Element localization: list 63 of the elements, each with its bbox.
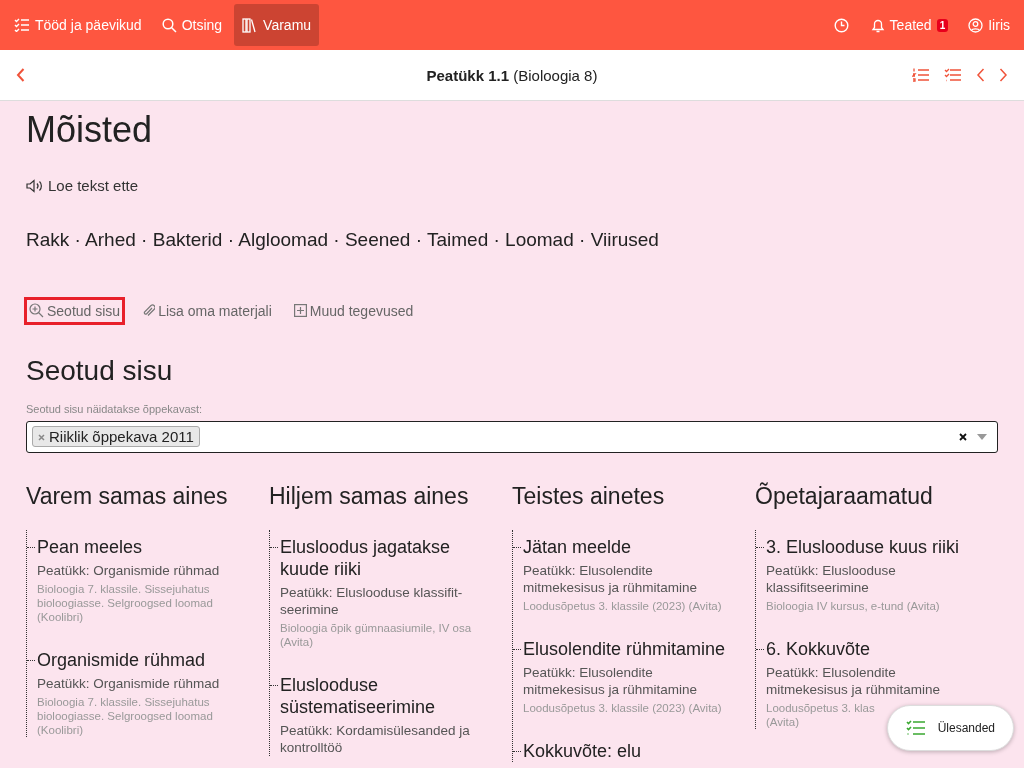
notifications-button[interactable]: Teated 1 [862,4,957,46]
column-title: Teistes ainetes [512,482,666,510]
source-text: Loodusõpetus 3. klassile (2023) (Avita) [523,700,723,715]
previous-icon[interactable] [976,68,985,82]
source-text: Bioloogia õpik gümnaasiumile, IV osa (Avita) [280,620,473,649]
bell-icon [870,17,885,33]
numbered-list-icon[interactable] [912,68,930,82]
search-icon [161,17,177,33]
remove-icon[interactable] [38,434,45,441]
page-title: Mõisted [26,109,154,151]
related-item-link[interactable]: Pean meeles [37,535,143,558]
speaker-icon [26,178,44,193]
count-badge: 1 [936,18,949,32]
terms-list: Rakk · Arhed · Bakterid · Algloomad · Seened · Taimed · Loomad · Viirused [26,228,998,251]
chapter-title: Peatükk 1.1 (Bioloogia 8) [425,66,599,84]
checklist-icon [905,720,926,736]
books-icon [242,17,259,33]
source-text: Bioloogia 7. klassile. Sissejuhatus bioloogiasse. Selgroogsed loomad (Koolibri) [37,581,214,624]
read-aloud-link[interactable]: Loe tekst ette [26,177,139,194]
zoom-in-icon [29,303,44,318]
curriculum-tag[interactable]: Riiklik õppekava 2011 [32,426,200,447]
section-title: Seotud sisu [26,354,174,387]
chapter-text: Peatükk: Eluslooduse klassifit-seerimine [280,583,464,618]
paperclip-icon [142,303,156,318]
source-text: Bioloogia IV kursus, e-tund (Avita) [766,598,941,613]
curriculum-select[interactable]: Riiklik õppekava 2011 [26,420,998,453]
related-item-link[interactable]: Organismide rühmad [37,648,206,671]
related-item-link[interactable]: Jätan meelde [523,535,632,558]
column-title: Õpetajaraamatud [755,482,934,510]
column-title: Varem samas aines [26,482,229,510]
chapter-text: Peatükk: Kordamisülesanded ja kontrolltöö [280,721,471,756]
chapter-text: Peatükk: Organismide rühmad [37,561,221,579]
chapter-text: Peatükk: Elusolendite mitmekesisus ja rühmitamine [766,663,942,698]
checklist-icon [14,18,30,32]
tasks-button[interactable]: Ülesanded [886,705,1014,751]
related-item-link[interactable]: Elusolendite rühmitamine [523,637,726,660]
nav-tab[interactable]: Varamu [234,4,320,46]
source-text: Bioloogia 7. klassile. Sissejuhatus bioloogiasse. Selgroogsed loomad (Koolibri) [37,694,214,737]
action-link[interactable]: Lisa oma materjali [137,296,277,325]
plus-square-icon [293,304,307,317]
source-text: (Avita) [766,714,800,729]
dropdown-caret-icon[interactable] [977,433,987,440]
related-item-link[interactable]: 3. Eluslooduse kuus riiki [766,535,960,558]
column-title: Hiljem samas aines [269,482,470,510]
history-icon[interactable] [833,17,849,33]
action-link[interactable]: Muud tegevused [288,296,419,325]
next-icon[interactable] [999,68,1008,82]
chapter-text: Peatükk: Elusolendite mitmekesisus ja rühmitamine [523,663,699,698]
related-item-link[interactable]: Elusloodus jagatakse kuude riiki [280,535,486,580]
related-item-link[interactable]: Eluslooduse süstematiseerimine [280,673,486,718]
chapter-text: Peatükk: Elusolendite mitmekesisus ja rühmitamine [523,561,699,596]
user-icon [968,17,984,33]
related-item-link[interactable]: Kokkuvõte: elu [523,739,642,762]
action-link[interactable]: Seotud sisu [24,296,126,325]
related-item-link[interactable]: 6. Kokkuvõte [766,637,871,660]
clear-icon[interactable] [959,432,967,441]
back-chevron-icon[interactable] [16,68,25,82]
field-label: Seotud sisu näidatakse õppekavast: [26,402,204,415]
source-text: Loodusõpetus 3. klassile (2023) (Avita) [523,598,723,613]
chapter-text: Peatükk: Eluslooduse klassifitseerimine [766,561,897,596]
chapter-text: Peatükk: Organismide rühmad [37,674,221,692]
source-text: Loodusõpetus 3. klas [766,700,875,715]
checklist-icon[interactable] [944,68,962,82]
